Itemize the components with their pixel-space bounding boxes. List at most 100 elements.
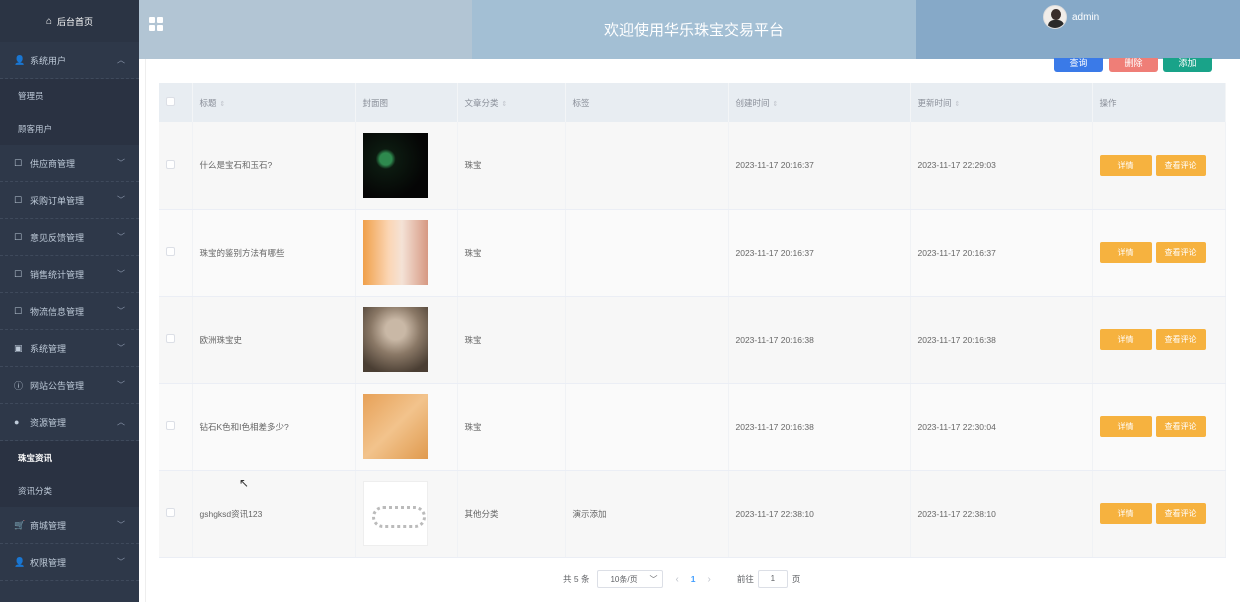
menu-resources[interactable]: ● 资源管理 ︿ [0,404,139,441]
mouse-cursor-icon: ↖ [239,476,250,490]
sub-item-news-category[interactable]: 资讯分类 [0,474,139,507]
menu-mall[interactable]: 🛒 商城管理 ﹀ [0,507,139,544]
chevron-down-icon: ﹀ [117,269,125,279]
prev-page-icon[interactable]: ‹ [675,574,678,585]
detail-button[interactable]: 详情 [1099,329,1152,350]
table-row: 什么是宝石和玉石? 珠宝 2023-11-17 20:16:37 2023-11… [159,122,1226,210]
sub-item-jewelry-news[interactable]: 珠宝资讯 [0,441,139,474]
col-updated[interactable]: 更新时间 ⇕ [910,83,1093,122]
user-icon: 👤 [14,556,26,567]
chevron-up-icon: ︿ [117,55,125,65]
menu-purchase-orders[interactable]: ☐ 采购订单管理 ﹀ [0,182,139,219]
menu-permissions[interactable]: 👤 权限管理 ﹀ [0,544,139,581]
view-comments-button[interactable]: 查看评论 [1155,416,1206,437]
content-panel: 查询 删除 添加 标题 ⇕ 封面图 文章分类 ⇕ 标签 创建时间 ⇕ 更新时间 ⇕ 操作… [145,58,1237,602]
menu-suppliers[interactable]: ☐ 供应商管理 ﹀ [0,145,139,182]
sub-item-customers[interactable]: 顾客用户 [0,112,139,145]
header-right: admin [916,0,1240,59]
cover-image [362,307,428,372]
col-title[interactable]: 标题 ⇕ [192,83,356,122]
pagination-total: 共 5 条 [563,574,590,584]
doc-icon: ☐ [14,268,23,279]
cell-tag [565,383,729,471]
select-all-checkbox[interactable] [166,97,175,106]
cell-tag: 演示添加 [565,470,729,558]
cell-category: 珠宝 [457,296,566,384]
delete-button[interactable]: 删除 [1109,58,1158,72]
pagination: 共 5 条 10条/页 ﹀ ‹ 1 › 前往 1 页 [563,570,800,588]
cover-image [362,132,428,198]
menu-label: 意见反馈管理 [30,232,85,243]
cover-image [362,394,428,459]
info-icon: ⓘ [14,380,24,391]
page-size-select[interactable]: 10条/页 ﹀ [597,570,664,588]
detail-button[interactable]: 详情 [1099,416,1152,437]
table-row: 欧洲珠宝史 珠宝 2023-11-17 20:16:38 2023-11-17 … [159,296,1226,384]
row-checkbox[interactable] [166,508,175,517]
cell-created: 2023-11-17 20:16:38 [728,296,911,384]
user-icon: 👤 [14,54,26,65]
chevron-down-icon: ﹀ [117,195,125,205]
row-checkbox[interactable] [166,334,175,343]
grid-menu-icon[interactable] [149,17,163,31]
next-page-icon[interactable]: › [708,574,711,585]
cart-icon: 🛒 [14,519,26,530]
cell-tag [565,209,729,297]
cell-category: 其他分类 [457,470,566,558]
detail-button[interactable]: 详情 [1099,242,1152,263]
menu-logistics[interactable]: ☐ 物流信息管理 ﹀ [0,293,139,330]
select-all-cell[interactable] [159,83,193,122]
view-comments-button[interactable]: 查看评论 [1155,329,1206,350]
doc-icon: ☐ [14,231,23,242]
menu-label: 物流信息管理 [30,306,85,317]
chevron-up-icon: ︿ [117,417,125,427]
menu-label: 商城管理 [30,520,67,531]
doc-icon: ☐ [14,305,23,316]
cover-image [362,481,428,546]
menu-announcements[interactable]: ⓘ 网站公告管理 ﹀ [0,367,139,404]
col-created[interactable]: 创建时间 ⇕ [728,83,911,122]
table-header: 标题 ⇕ 封面图 文章分类 ⇕ 标签 创建时间 ⇕ 更新时间 ⇕ 操作 [159,83,1226,122]
menu-system-users[interactable]: 👤 系统用户 ︿ [0,42,139,79]
cell-title: 欧洲珠宝史 [192,296,356,384]
sort-icon[interactable]: ⇕ [955,101,961,108]
cell-tag [565,122,729,210]
detail-button[interactable]: 详情 [1099,154,1152,176]
username[interactable]: admin [1072,12,1099,23]
sort-icon[interactable]: ⇕ [502,101,508,108]
sub-item-admin[interactable]: 管理员 [0,79,139,112]
page-number-current[interactable]: 1 [691,574,696,584]
cell-updated: 2023-11-17 22:29:03 [910,122,1093,210]
goto-page-input[interactable]: 1 [757,570,788,588]
menu-label: 网站公告管理 [30,380,85,391]
chevron-down-icon: ﹀ [649,574,658,584]
menu-label: 权限管理 [30,557,67,568]
sort-icon[interactable]: ⇕ [220,101,226,108]
view-comments-button[interactable]: 查看评论 [1155,154,1206,176]
cell-updated: 2023-11-17 20:16:37 [910,209,1093,297]
menu-system[interactable]: ▣ 系统管理 ﹀ [0,330,139,367]
query-button[interactable]: 查询 [1054,58,1103,72]
avatar[interactable] [1043,5,1067,29]
cell-title: gshgksd资讯123 [192,470,356,558]
cell-updated: 2023-11-17 22:30:04 [910,383,1093,471]
add-button[interactable]: 添加 [1163,58,1212,72]
menu-feedback[interactable]: ☐ 意见反馈管理 ﹀ [0,219,139,256]
col-category[interactable]: 文章分类 ⇕ [457,83,566,122]
menu-label: 系统用户 [30,55,67,66]
row-checkbox[interactable] [166,159,175,169]
col-tag: 标签 [565,83,729,122]
sidebar-home-label: 后台首页 [57,16,94,27]
detail-button[interactable]: 详情 [1099,503,1152,524]
cell-tag [565,296,729,384]
sidebar-home[interactable]: ⌂ 后台首页 [0,0,139,42]
sort-icon[interactable]: ⇕ [773,101,779,108]
cell-title: 珠宝的鉴别方法有哪些 [192,209,356,297]
row-checkbox[interactable] [166,421,175,430]
view-comments-button[interactable]: 查看评论 [1155,503,1206,524]
news-table: 标题 ⇕ 封面图 文章分类 ⇕ 标签 创建时间 ⇕ 更新时间 ⇕ 操作 什么是宝石和玉石… [159,83,1226,558]
view-comments-button[interactable]: 查看评论 [1155,242,1206,263]
globe-icon: ● [14,417,20,427]
menu-sales-stats[interactable]: ☐ 销售统计管理 ﹀ [0,256,139,293]
row-checkbox[interactable] [166,247,175,256]
